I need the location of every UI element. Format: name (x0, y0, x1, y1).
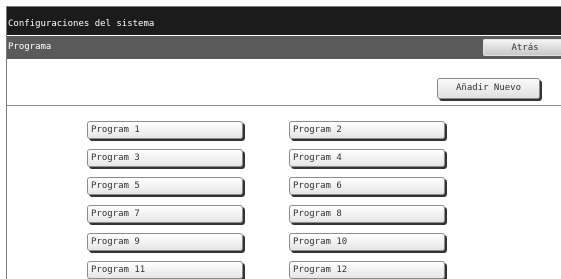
program-button[interactable]: Program 4 (289, 149, 445, 167)
section-title: Programa (8, 42, 52, 52)
add-new-button[interactable]: Añadir Nuevo (437, 78, 540, 99)
title-bar: Configuraciones del sistema (7, 7, 561, 35)
back-button[interactable]: Atrás (483, 39, 561, 56)
program-button[interactable]: Program 3 (87, 149, 243, 167)
program-button[interactable]: Program 5 (87, 177, 243, 195)
program-button[interactable]: Program 10 (289, 233, 445, 251)
program-button[interactable]: Program 2 (289, 121, 445, 139)
page-title: Configuraciones del sistema (8, 19, 155, 29)
system-settings-window: Configuraciones del sistema Programa Atr… (6, 6, 561, 279)
sub-header-bar: Programa Atrás (7, 36, 561, 59)
program-button[interactable]: Program 9 (87, 233, 243, 251)
program-button[interactable]: Program 1 (87, 121, 243, 139)
program-button[interactable]: Program 11 (87, 261, 243, 279)
program-button[interactable]: Program 8 (289, 205, 445, 223)
program-button[interactable]: Program 12 (289, 261, 445, 279)
divider (7, 105, 561, 106)
program-button[interactable]: Program 6 (289, 177, 445, 195)
program-button[interactable]: Program 7 (87, 205, 243, 223)
